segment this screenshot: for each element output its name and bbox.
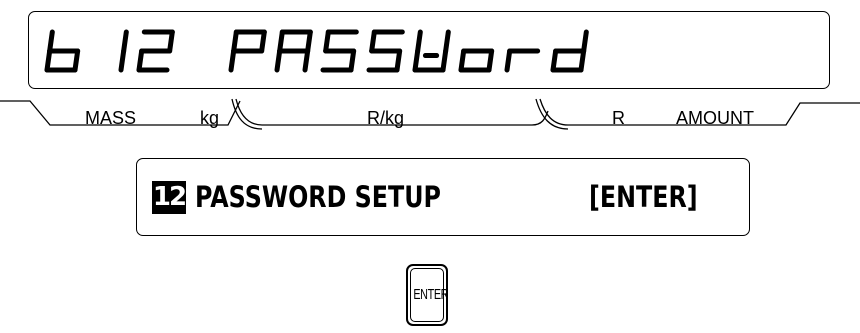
lcd-segment <box>121 29 129 54</box>
mass-label: MASS <box>85 108 137 128</box>
lcd-segment <box>504 48 513 73</box>
lcd-glyph <box>118 29 129 73</box>
lcd-segment <box>305 29 313 54</box>
instruction-key-hint: [ENTER] <box>589 180 698 214</box>
lcd-glyph <box>412 29 451 73</box>
lcd-segment <box>550 48 559 73</box>
lcd-glyph <box>228 29 267 73</box>
lcd-segment <box>274 48 283 73</box>
lcd-segment <box>277 29 285 54</box>
kg-label: kg <box>200 108 220 128</box>
currency-label: R <box>612 108 625 128</box>
amount-label: AMOUNT <box>676 108 754 128</box>
lcd-glyph <box>458 48 495 73</box>
seven-segment-display <box>28 11 830 89</box>
lcd-glyph <box>136 29 175 73</box>
instruction-title: PASSWORD SETUP <box>195 180 441 214</box>
lcd-segment <box>228 48 237 73</box>
lcd-segment <box>412 48 421 73</box>
lcd-segment <box>581 29 589 54</box>
lcd-segment <box>443 29 451 54</box>
lcd-segment <box>302 48 311 73</box>
lcd-glyph <box>504 48 541 73</box>
segment-digits <box>44 29 589 73</box>
lcd-segment <box>44 48 53 73</box>
lcd-segment <box>394 48 403 73</box>
lcd-segment <box>72 48 81 73</box>
lcd-segment <box>47 29 55 54</box>
lcd-segment <box>167 29 175 54</box>
lcd-segment <box>231 29 239 54</box>
enter-key-button[interactable]: ENTER <box>406 264 448 326</box>
lcd-glyph <box>550 29 589 73</box>
instruction-panel: 12 PASSWORD SETUP [ENTER] <box>136 158 750 236</box>
lcd-segment <box>348 48 357 73</box>
lcd-glyph <box>44 29 81 73</box>
lcd-segment <box>323 29 331 54</box>
lcd-segment <box>118 48 127 73</box>
rate-label: R/kg <box>367 108 405 128</box>
lcd-segment <box>259 29 267 54</box>
lcd-segment <box>458 48 467 73</box>
lcd-glyph <box>274 29 313 73</box>
enter-key-label: ENTER <box>413 286 449 303</box>
lcd-glyph <box>366 29 405 73</box>
lcd-segment <box>136 48 145 73</box>
lcd-glyph <box>320 29 359 73</box>
lcd-segment <box>369 29 377 54</box>
lcd-segment <box>440 48 449 73</box>
lcd-segment <box>486 48 495 73</box>
lcd-segment <box>415 29 423 54</box>
step-number-badge: 12 <box>152 181 187 214</box>
lcd-segment <box>578 48 587 73</box>
